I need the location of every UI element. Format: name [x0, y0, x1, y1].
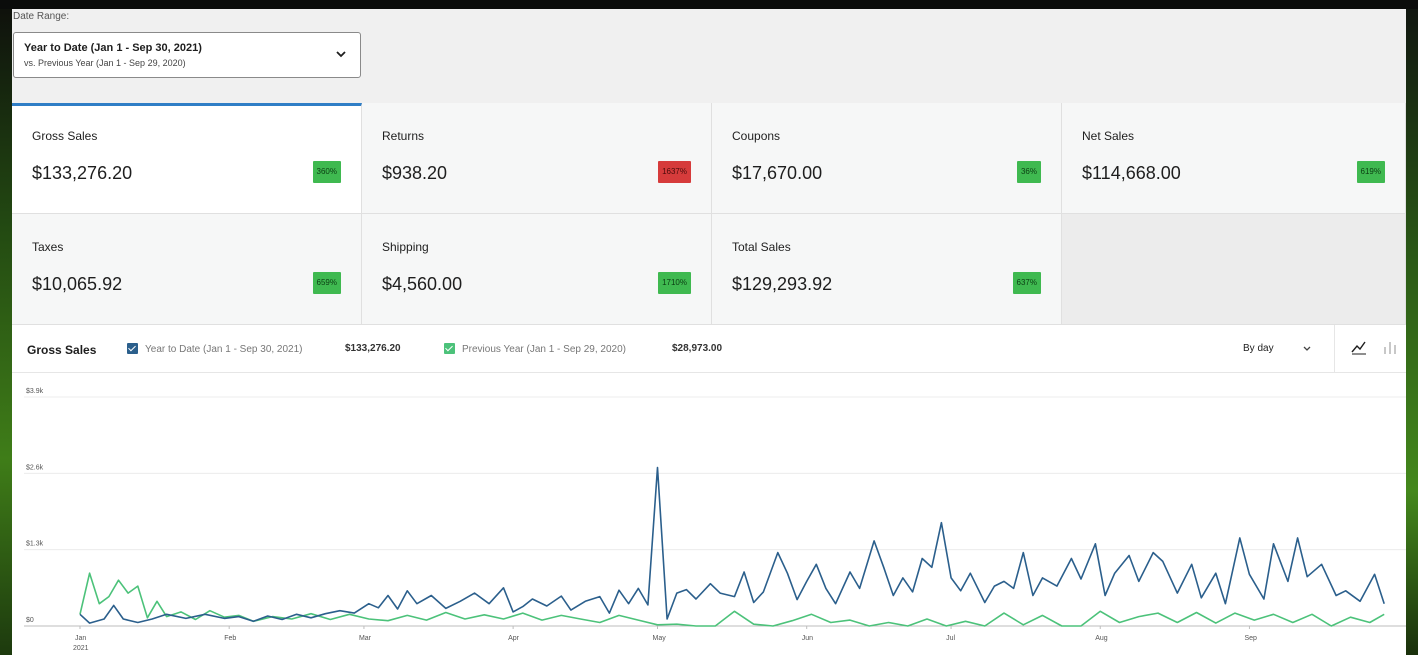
- legend-total-previous: $28,973.00: [672, 343, 723, 354]
- card-value: $114,668.00: [1082, 163, 1181, 183]
- checkbox-checked-icon: [444, 343, 455, 354]
- bar-chart-icon[interactable]: [1381, 338, 1399, 356]
- card-label: Taxes: [32, 240, 64, 254]
- card-net-sales[interactable]: Net Sales $114,668.00 619%: [1062, 103, 1406, 214]
- chart-title: Gross Sales: [27, 343, 97, 357]
- card-value: $129,293.92: [732, 274, 833, 294]
- card-gross-sales[interactable]: Gross Sales $133,276.20 360%: [12, 103, 362, 214]
- chevron-down-icon[interactable]: [1302, 345, 1312, 353]
- legend-total-current: $133,276.20: [345, 343, 401, 354]
- background-right-edge: [1406, 0, 1418, 655]
- card-label: Total Sales: [732, 240, 791, 254]
- change-badge: 360%: [312, 161, 341, 183]
- x-tick-label: Jun: [802, 635, 813, 642]
- card-value: $17,670.00: [732, 163, 823, 183]
- card-total-sales[interactable]: Total Sales $129,293.92 637%: [712, 214, 1062, 325]
- date-range-main-text: Year to Date (Jan 1 - Sep 30, 2021): [24, 42, 202, 54]
- card-value: $4,560.00: [382, 274, 463, 294]
- card-value: $938.20: [382, 163, 448, 183]
- change-badge: 619%: [1356, 161, 1385, 183]
- change-badge: 36%: [1016, 161, 1041, 183]
- x-tick-label: Mar: [359, 635, 372, 642]
- card-label: Gross Sales: [32, 129, 98, 143]
- header-divider: [1334, 325, 1335, 372]
- x-tick-label: Sep: [1244, 635, 1257, 642]
- card-shipping[interactable]: Shipping $4,560.00 1710%: [362, 214, 712, 325]
- card-label: Shipping: [382, 240, 429, 254]
- series-line-current-year: [79, 466, 1385, 624]
- x-tick-label: Aug: [1095, 635, 1108, 642]
- interval-select[interactable]: By day: [1243, 343, 1274, 354]
- x-tick-label: Feb: [224, 635, 236, 642]
- card-value: $133,276.20: [32, 163, 133, 183]
- date-range-label: Date Range:: [13, 11, 70, 22]
- date-range-dropdown[interactable]: Year to Date (Jan 1 - Sep 30, 2021) vs. …: [13, 32, 361, 78]
- x-tick-label: Jan: [75, 635, 86, 642]
- y-tick-label: $1.3k: [26, 541, 44, 548]
- x-tick-year-label: 2021: [73, 645, 89, 652]
- chart-header: Gross Sales Year to Date (Jan 1 - Sep 30…: [12, 325, 1406, 373]
- y-tick-label: $2.6k: [26, 464, 44, 471]
- card-label: Coupons: [732, 129, 781, 143]
- legend-toggle-previous-year[interactable]: Previous Year (Jan 1 - Sep 29, 2020): [444, 343, 626, 355]
- analytics-app: Date Range: Year to Date (Jan 1 - Sep 30…: [12, 9, 1406, 655]
- card-returns[interactable]: Returns $938.20 1637%: [362, 103, 712, 214]
- gross-sales-line-chart: $3.9k $2.6k $1.3k $0 Jan Feb Mar Apr May Jun Jul Au…: [24, 388, 1406, 652]
- legend-label: Previous Year (Jan 1 - Sep 29, 2020): [462, 344, 626, 355]
- y-tick-label: $3.9k: [26, 388, 44, 395]
- chevron-down-icon: [336, 51, 346, 58]
- x-tick-label: May: [653, 635, 667, 642]
- card-label: Returns: [382, 129, 425, 143]
- date-range-compare-text: vs. Previous Year (Jan 1 - Sep 29, 2020): [24, 58, 186, 68]
- card-coupons[interactable]: Coupons $17,670.00 36%: [712, 103, 1062, 214]
- chart-panel: Gross Sales Year to Date (Jan 1 - Sep 30…: [12, 325, 1406, 655]
- summary-cards: Gross Sales $133,276.20 360% Returns $93…: [12, 103, 1406, 325]
- card-value: $10,065.92: [32, 274, 123, 294]
- x-tick-label: Jul: [946, 635, 955, 642]
- change-badge: 637%: [1012, 272, 1041, 294]
- legend-toggle-current-year[interactable]: Year to Date (Jan 1 - Sep 30, 2021): [127, 343, 303, 355]
- y-tick-label: $0: [26, 617, 34, 624]
- background-top-edge: [0, 0, 1418, 9]
- x-tick-label: Apr: [508, 635, 520, 642]
- checkbox-checked-icon: [127, 343, 138, 354]
- change-badge: 1710%: [658, 272, 691, 294]
- change-badge: 1637%: [658, 161, 691, 183]
- card-taxes[interactable]: Taxes $10,065.92 659%: [12, 214, 362, 325]
- card-label: Net Sales: [1082, 129, 1135, 143]
- change-badge: 659%: [312, 272, 341, 294]
- card-empty-slot: [1062, 214, 1406, 325]
- legend-label: Year to Date (Jan 1 - Sep 30, 2021): [145, 344, 303, 355]
- line-chart-icon[interactable]: [1350, 338, 1368, 356]
